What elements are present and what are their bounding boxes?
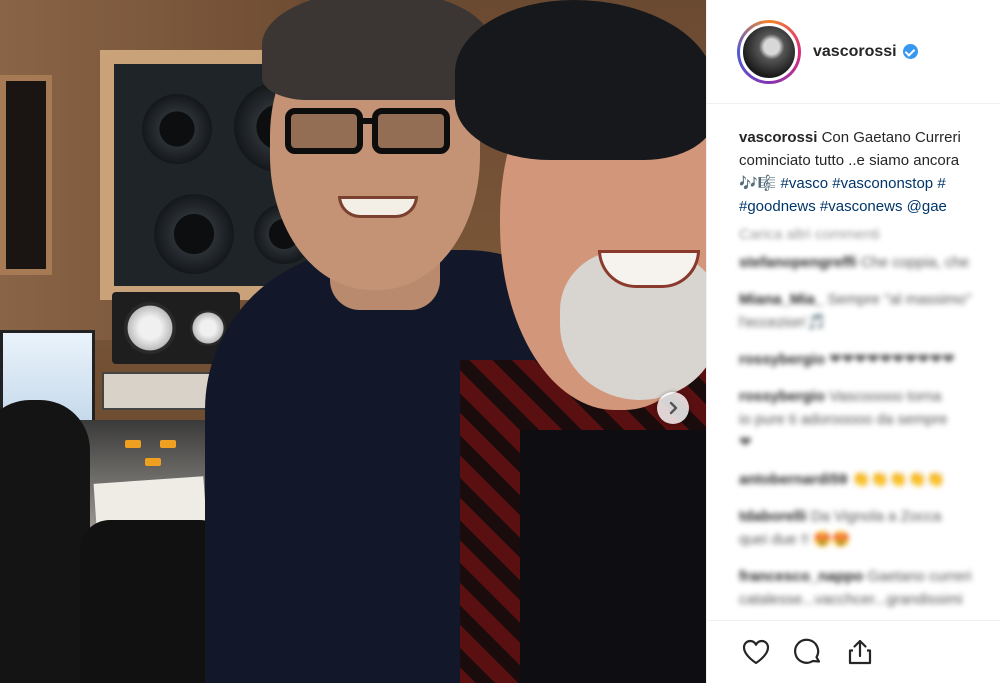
- hashtag-link[interactable]: #vascononstop: [832, 175, 933, 192]
- comment-item: tdaborelli Da Vignola a Zocca: [739, 505, 1000, 528]
- comment-item: rossybergio ❤❤❤❤❤❤❤❤❤❤: [739, 348, 1000, 371]
- comment-username[interactable]: tdaborelli: [739, 508, 807, 525]
- comment-text: Gaetano curreri: [867, 568, 972, 585]
- load-more-comments-button[interactable]: Carica altri commenti: [707, 218, 1000, 243]
- heart-icon: [742, 639, 770, 665]
- avatar-story-ring[interactable]: [737, 19, 801, 84]
- comment-item: antobernardi59 👏👏👏👏👏: [739, 468, 1000, 491]
- caption-line1: Con Gaetano Curreri: [821, 129, 961, 146]
- caption-line2: cominciato tutto ..e siamo ancora: [739, 152, 960, 169]
- man-right-cap: [455, 0, 706, 160]
- post-header: vascorossi: [707, 0, 1000, 104]
- man-left-smile: [338, 196, 418, 218]
- comment-item-continued: ❤: [739, 431, 1000, 454]
- background-person: [0, 400, 90, 683]
- comment-text: 👏👏👏👏👏: [851, 471, 945, 488]
- comment-text: quei due !! 😍😍: [739, 531, 851, 548]
- comment-text: io pure ti adorooooo da sempre: [739, 411, 948, 428]
- comment-username[interactable]: antobernardi59: [739, 471, 847, 488]
- share-button[interactable]: [843, 635, 877, 669]
- post-actions-bar: [707, 620, 1000, 683]
- comment-text: Da Vignola a Zocca: [810, 508, 942, 525]
- console-led: [145, 458, 161, 466]
- post-photo[interactable]: [0, 0, 706, 683]
- comment-username[interactable]: stefanopengreffi: [739, 254, 857, 271]
- like-button[interactable]: [739, 635, 773, 669]
- comment-username[interactable]: rossybergio: [739, 388, 825, 405]
- comment-list: stefanopengreffi Che coppia, che Miana_M…: [707, 243, 1000, 611]
- console-led: [125, 440, 141, 448]
- comment-button[interactable]: [791, 635, 825, 669]
- caption-emoji: 🎶🎼: [739, 175, 777, 192]
- comment-item-continued: l'eccezion'🎵: [739, 311, 1000, 334]
- comment-item: Miana_Mia_ Sempre ''al massimo'': [739, 288, 1000, 311]
- comment-text: catalesse...vacchcer...grandissimi: [739, 591, 963, 608]
- wall-frame: [0, 75, 52, 275]
- mention-link[interactable]: @gae: [907, 198, 947, 215]
- comment-text: Vascooooo torna: [829, 388, 942, 405]
- comment-item-continued: io pure ti adorooooo da sempre: [739, 408, 1000, 431]
- comment-username[interactable]: rossybergio: [739, 351, 825, 368]
- share-icon: [848, 639, 872, 665]
- chevron-right-icon: [669, 401, 678, 415]
- comment-text: ❤❤❤❤❤❤❤❤❤❤: [829, 351, 955, 368]
- comment-item: rossybergio Vascooooo torna: [739, 385, 1000, 408]
- comment-item: francesco_nappo Gaetano curreri: [739, 565, 1000, 588]
- post-caption: vascorossi Con Gaetano Curreri cominciat…: [707, 104, 1000, 218]
- comment-item-continued: quei due !! 😍😍: [739, 528, 1000, 551]
- comment-item-continued: catalesse...vacchcer...grandissimi: [739, 588, 1000, 611]
- man-right-tee: [520, 430, 706, 683]
- glasses-lens: [372, 108, 450, 154]
- post-username[interactable]: vascorossi: [813, 43, 918, 61]
- username-text[interactable]: vascorossi: [813, 43, 897, 61]
- comment-text: Sempre ''al massimo'': [827, 291, 972, 308]
- carousel-next-button[interactable]: [657, 392, 689, 424]
- verified-badge-icon: [902, 44, 918, 59]
- console-led: [160, 440, 176, 448]
- hashtag-link[interactable]: #vasconews: [820, 198, 903, 215]
- glasses-bridge: [360, 118, 376, 124]
- avatar: [740, 22, 798, 81]
- glasses-lens: [285, 108, 363, 154]
- caption-username[interactable]: vascorossi: [739, 129, 817, 146]
- comment-text: l'eccezion'🎵: [739, 314, 826, 331]
- hashtag-link[interactable]: #vasco: [781, 175, 829, 192]
- comment-username[interactable]: Miana_Mia_: [739, 291, 823, 308]
- comment-username[interactable]: francesco_nappo: [739, 568, 863, 585]
- hashtag-link[interactable]: #: [937, 175, 945, 192]
- comment-item: stefanopengreffi Che coppia, che: [739, 251, 1000, 274]
- comment-text: ❤: [739, 434, 752, 451]
- comment-bubble-icon: [794, 638, 821, 664]
- comment-text: Che coppia, che: [860, 254, 970, 271]
- hashtag-link[interactable]: #goodnews: [739, 198, 816, 215]
- post-sidebar: vascorossi vascorossi Con Gaetano Currer…: [706, 0, 1000, 683]
